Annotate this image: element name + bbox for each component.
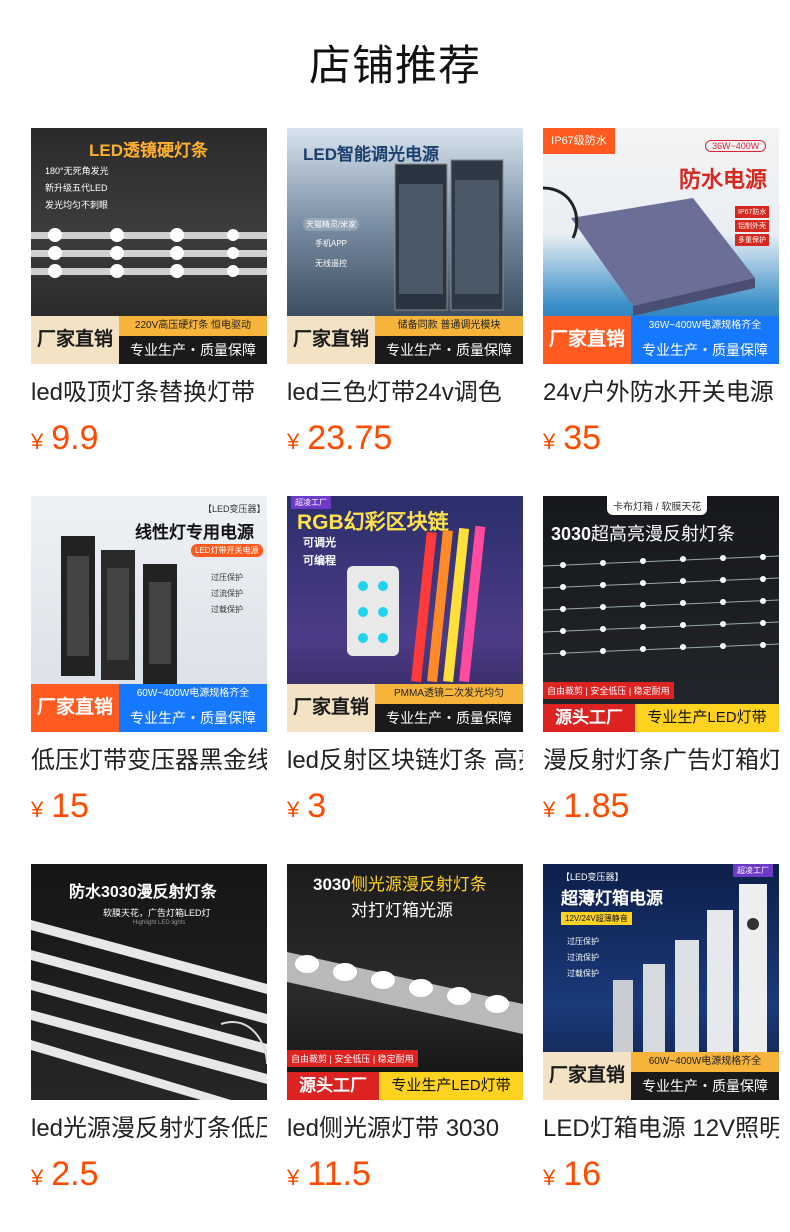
image-slogan: 专业生产・质量保障 — [119, 704, 267, 732]
currency-symbol: ¥ — [31, 429, 44, 454]
image-badge: 厂家直销 — [543, 1052, 631, 1100]
product-image[interactable]: 3030侧光源漫反射灯条 对打灯箱光源 自由裁剪 | 安全低压 | 稳定耐用 源… — [287, 864, 523, 1100]
product-price: ¥1.85 — [543, 784, 629, 828]
price-value: 35 — [563, 419, 602, 457]
image-badge: 厂家直销 — [31, 316, 119, 364]
image-spec: 36W~400W电源规格齐全 — [631, 316, 779, 336]
product-grid: LED透镜硬灯条 180°无死角发光 新升级五代LED 发光均匀不刺眼 220V… — [0, 0, 790, 1232]
currency-symbol: ¥ — [287, 1165, 300, 1190]
product-image[interactable]: 超凌工厂 RGB幻彩区块链 可调光 可编程 PMMA透镜二次发光均匀 厂家直销 … — [287, 496, 523, 732]
price-value: 1.85 — [563, 787, 630, 825]
image-badge: 厂家直销 — [287, 684, 375, 732]
price-value: 3 — [307, 787, 327, 825]
product-price: ¥35 — [543, 416, 601, 460]
image-label: 铝制外壳 — [735, 220, 769, 232]
image-check: 过流保护 — [211, 589, 243, 598]
product-name[interactable]: LED灯箱电源 12V照明 — [543, 1112, 779, 1146]
product-image[interactable]: 【LED变压器】 线性灯专用电源 LED灯带开关电源 过压保护 过流保护 过载保… — [31, 496, 267, 732]
price-value: 23.75 — [307, 419, 393, 457]
currency-symbol: ¥ — [543, 797, 556, 822]
image-badge: 源头工厂 — [543, 704, 635, 732]
product-name[interactable]: 24v户外防水开关电源 — [543, 376, 779, 410]
currency-symbol: ¥ — [31, 797, 44, 822]
price-value: 15 — [51, 787, 90, 825]
product-image[interactable]: 【LED变压器】 超凌工厂 超薄灯箱电源 12V/24V超薄静音 过压保护 过流… — [543, 864, 779, 1100]
product-name[interactable]: led吸顶灯条替换灯带 — [31, 376, 267, 410]
image-notes: 自由裁剪 | 安全低压 | 稳定耐用 — [543, 682, 674, 699]
product-name[interactable]: 漫反射灯条广告灯箱灯 — [543, 744, 779, 778]
product-image[interactable]: 防水3030漫反射灯条 软膜天花，广告灯箱LED灯 Highlight LED … — [31, 864, 267, 1100]
product-price: ¥16 — [543, 1152, 601, 1196]
image-check: 过载保护 — [211, 605, 243, 614]
product-price: ¥11.5 — [287, 1152, 371, 1196]
product-price: ¥9.9 — [31, 416, 99, 460]
product-image[interactable]: 卡布灯箱 / 软膜天花 3030超高亮漫反射灯条 自由裁剪 | 安全低压 | 稳… — [543, 496, 779, 732]
product-name[interactable]: led侧光源灯带 3030 — [287, 1112, 523, 1146]
product-price: ¥23.75 — [287, 416, 392, 460]
currency-symbol: ¥ — [543, 1165, 556, 1190]
image-slogan: 专业生产LED灯带 — [379, 1072, 523, 1100]
product-price: ¥3 — [287, 784, 326, 828]
image-label: 多重保护 — [735, 234, 769, 246]
waterproof-strip-illustration — [31, 920, 267, 1100]
product-image[interactable]: IP67级防水 36W~400W 防水电源 IP67防水 铝制外壳 多重保护 3… — [543, 128, 779, 364]
product-image[interactable]: LED智能调光电源 天猫精灵/米家 手机APP 无线遥控 储备同款 普通调光模块… — [287, 128, 523, 364]
image-slogan: 专业生产・质量保障 — [375, 704, 523, 732]
product-name[interactable]: led三色灯带24v调色 — [287, 376, 523, 410]
currency-symbol: ¥ — [287, 429, 300, 454]
price-value: 16 — [563, 1155, 602, 1193]
image-strip-note: PMMA透镜二次发光均匀 — [375, 684, 523, 704]
price-value: 2.5 — [51, 1155, 99, 1193]
image-label: IP67防水 — [735, 206, 770, 218]
image-spec: 60W~400W电源规格齐全 — [631, 1052, 779, 1072]
image-notes: 自由裁剪 | 安全低压 | 稳定耐用 — [287, 1050, 418, 1067]
image-slogan: 专业生产LED灯带 — [635, 704, 779, 732]
product-price: ¥15 — [31, 784, 89, 828]
image-check: 过压保护 — [211, 573, 243, 582]
image-slogan: 专业生产・质量保障 — [631, 336, 779, 364]
image-strip-note: 220V高压硬灯条 恒电驱动 — [119, 316, 267, 336]
product-name[interactable]: led光源漫反射灯条低压 — [31, 1112, 267, 1146]
image-spec: 60W~400W电源规格齐全 — [119, 684, 267, 704]
image-slogan: 专业生产・质量保障 — [375, 336, 523, 364]
currency-symbol: ¥ — [31, 1165, 44, 1190]
image-badge: 源头工厂 — [287, 1072, 379, 1100]
product-name[interactable]: 低压灯带变压器黑金线性 — [31, 744, 267, 778]
product-image[interactable]: LED透镜硬灯条 180°无死角发光 新升级五代LED 发光均匀不刺眼 220V… — [31, 128, 267, 364]
image-badge: 厂家直销 — [287, 316, 375, 364]
product-price: ¥2.5 — [31, 1152, 99, 1196]
image-slogan: 专业生产・质量保障 — [631, 1072, 779, 1100]
image-strip-note: 储备同款 普通调光模块 — [375, 316, 523, 336]
image-badge: 厂家直销 — [543, 316, 631, 364]
price-value: 11.5 — [307, 1155, 371, 1193]
image-slogan: 专业生产・质量保障 — [119, 336, 267, 364]
currency-symbol: ¥ — [287, 797, 300, 822]
price-value: 9.9 — [51, 419, 99, 457]
image-badge: 厂家直销 — [31, 684, 119, 732]
product-name[interactable]: led反射区块链灯条 高亮 — [287, 744, 523, 778]
currency-symbol: ¥ — [543, 429, 556, 454]
